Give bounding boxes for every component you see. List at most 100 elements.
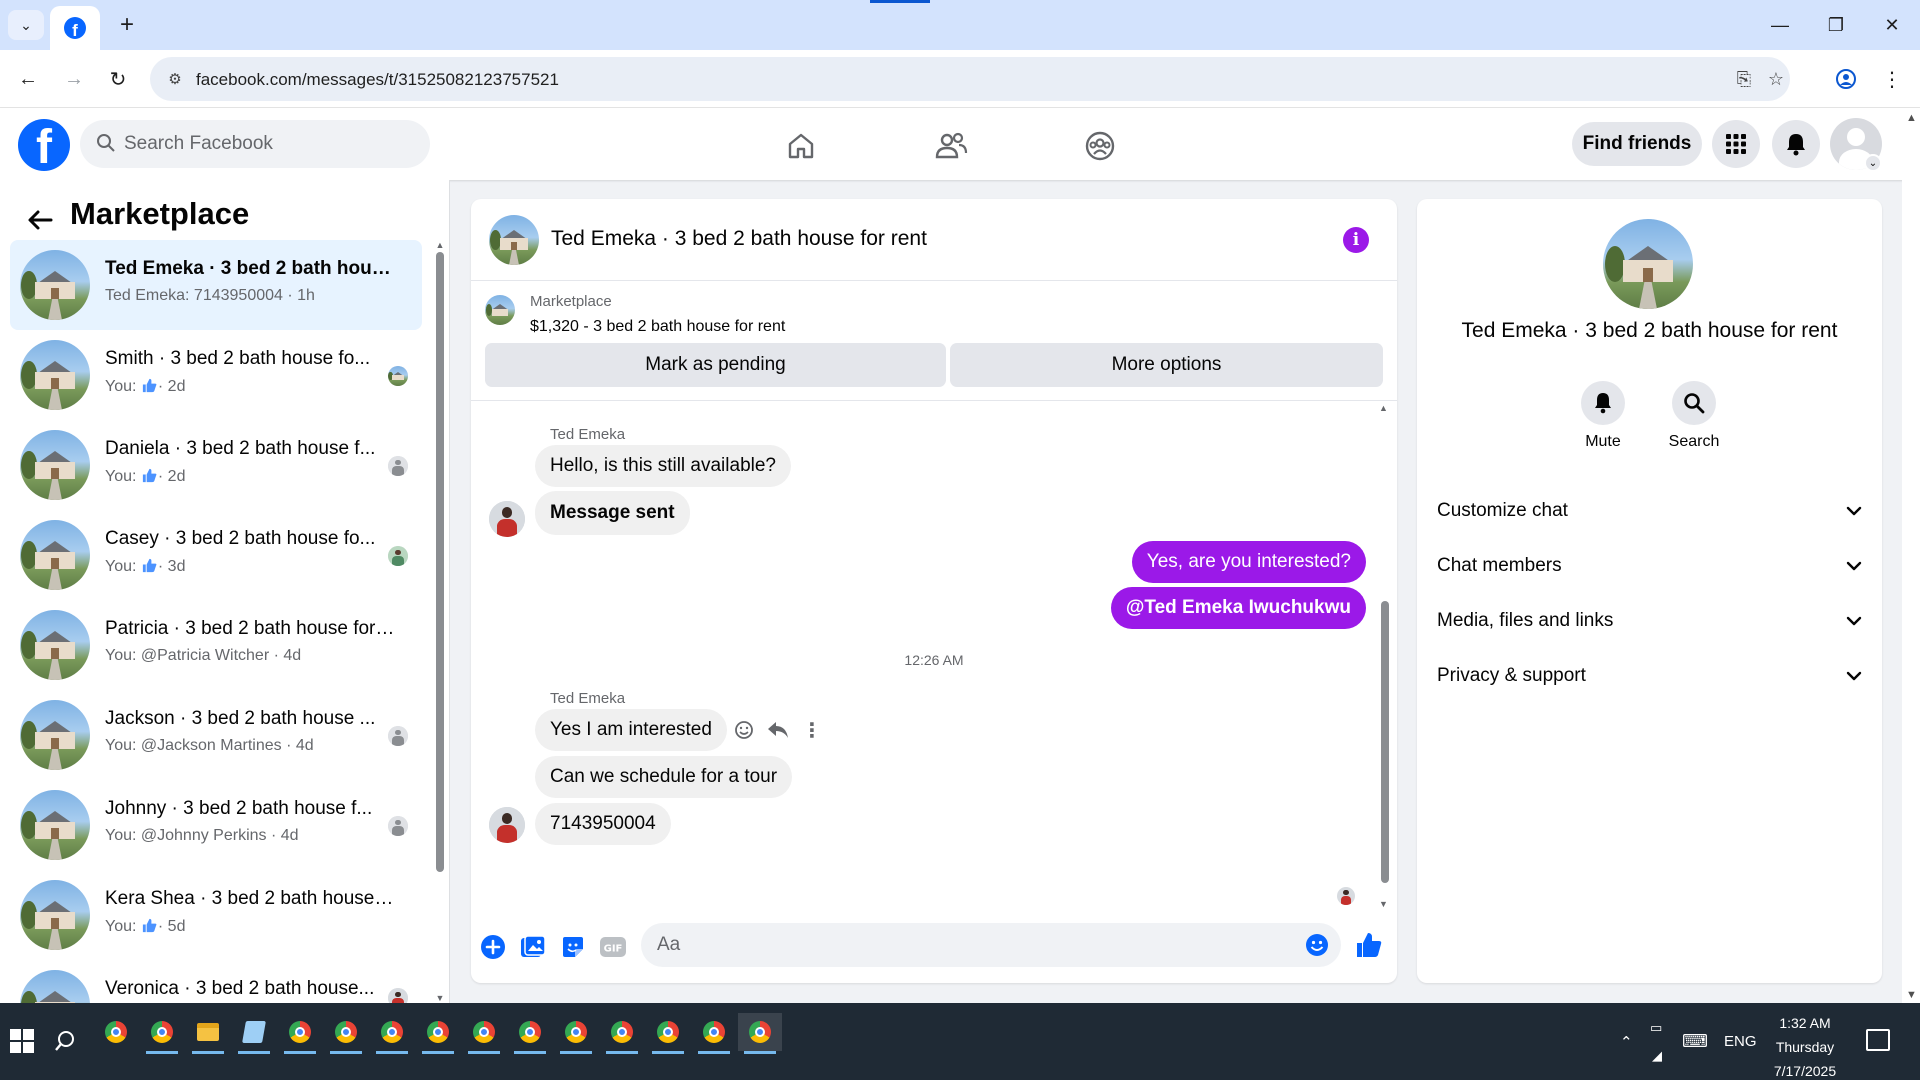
scrollbar-thumb[interactable]	[1381, 601, 1389, 883]
chrome-taskbar-icon-active[interactable]	[738, 1013, 782, 1054]
back-arrow-icon[interactable]	[22, 202, 58, 238]
taskbar-search-icon[interactable]	[54, 1027, 82, 1055]
show-hidden-icons-chevron-up-icon[interactable]: ⌃	[1620, 1003, 1633, 1080]
close-window-button[interactable]: ✕	[1864, 0, 1920, 50]
keyboard-icon[interactable]: ⌨	[1682, 1003, 1708, 1080]
notifications-bell-icon[interactable]	[1772, 120, 1820, 168]
minimize-button[interactable]: —	[1752, 0, 1808, 50]
bookmark-star-icon[interactable]: ☆	[1764, 67, 1788, 91]
scroll-up-arrow[interactable]: ▲	[434, 240, 446, 250]
message-input[interactable]	[657, 933, 1257, 957]
mute-bell-icon[interactable]	[1581, 381, 1625, 425]
react-emoji-icon[interactable]	[731, 717, 757, 743]
conversation-item[interactable]: Johnny · 3 bed 2 bath house f... You: @J…	[10, 780, 422, 870]
outgoing-message[interactable]: Yes, are you interested?	[1131, 541, 1366, 583]
outgoing-message[interactable]: @Ted Emeka Iwuchukwu	[1110, 587, 1366, 629]
emoji-icon[interactable]	[1305, 933, 1329, 957]
windows-start-icon[interactable]	[10, 1029, 34, 1053]
gif-icon[interactable]: GIF	[599, 933, 627, 961]
friends-icon[interactable]	[931, 126, 971, 166]
plus-circle-icon[interactable]	[479, 933, 507, 961]
restore-button[interactable]: ❐	[1808, 0, 1864, 50]
scroll-down-arrow[interactable]: ▼	[1379, 899, 1388, 909]
profile-icon[interactable]	[1830, 63, 1862, 95]
conversation-item[interactable]: Smith · 3 bed 2 bath house fo... You: · …	[10, 330, 422, 420]
forward-button[interactable]: →	[58, 63, 90, 95]
customize-chat-section[interactable]: Customize chat	[1437, 489, 1863, 533]
new-tab-button[interactable]: +	[112, 10, 142, 40]
scroll-down-arrow[interactable]: ▼	[434, 993, 446, 1003]
conversation-item[interactable]: Veronica · 3 bed 2 bath house...	[10, 960, 422, 1003]
privacy-support-section[interactable]: Privacy & support	[1437, 654, 1863, 698]
mark-as-pending-button[interactable]: Mark as pending	[485, 343, 946, 387]
reply-icon[interactable]	[765, 717, 791, 743]
chrome-taskbar-icon[interactable]	[324, 1013, 368, 1054]
chrome-taskbar-icon[interactable]	[278, 1013, 322, 1054]
sticker-icon[interactable]	[559, 933, 587, 961]
file-explorer-taskbar-icon[interactable]	[186, 1013, 230, 1054]
scrollbar-thumb[interactable]	[436, 252, 444, 872]
page-scrollbar[interactable]: ▲ ▼	[1902, 108, 1920, 1003]
chat-listing-photo[interactable]	[489, 215, 539, 265]
account-chevron-down-icon[interactable]: ⌄	[1864, 154, 1882, 172]
conversation-item[interactable]: Jackson · 3 bed 2 bath house ... You: @J…	[10, 690, 422, 780]
sender-avatar[interactable]	[489, 807, 525, 843]
search-in-chat-icon[interactable]	[1672, 381, 1716, 425]
chrome-taskbar-icon[interactable]	[94, 1013, 138, 1051]
chrome-taskbar-icon[interactable]	[416, 1013, 460, 1054]
conversation-item[interactable]: Kera Shea · 3 bed 2 bath house f... You:…	[10, 870, 422, 960]
message-input-wrapper[interactable]	[641, 923, 1341, 967]
tab-search-button[interactable]: ⌄	[8, 10, 44, 40]
conversation-item[interactable]: Ted Emeka · 3 bed 2 bath house ... Ted E…	[10, 240, 422, 330]
install-app-icon[interactable]: ⎘	[1732, 67, 1756, 91]
sender-avatar[interactable]	[489, 501, 525, 537]
scroll-up-arrow[interactable]: ▲	[1379, 403, 1388, 413]
incoming-message[interactable]: Hello, is this still available?	[535, 445, 791, 487]
chrome-taskbar-icon[interactable]	[692, 1013, 736, 1054]
incoming-message[interactable]: Message sent	[535, 491, 690, 535]
media-files-links-section[interactable]: Media, files and links	[1437, 599, 1863, 643]
browser-tab-facebook[interactable]: f	[50, 6, 100, 50]
more-options-button[interactable]: More options	[950, 343, 1383, 387]
find-friends-button[interactable]: Find friends	[1572, 122, 1702, 166]
taskbar-clock[interactable]: 1:32 AM Thursday 7/17/2025	[1740, 1011, 1870, 1080]
chat-scrollbar[interactable]: ▲ ▼	[1379, 401, 1391, 909]
chrome-taskbar-icon[interactable]	[140, 1013, 184, 1054]
incoming-message[interactable]: 7143950004	[535, 803, 671, 845]
conversation-item[interactable]: Daniela · 3 bed 2 bath house f... You: ·…	[10, 420, 422, 510]
chat-members-section[interactable]: Chat members	[1437, 544, 1863, 588]
menu-grid-icon[interactable]	[1712, 120, 1760, 168]
notepad-taskbar-icon[interactable]	[232, 1013, 276, 1054]
conversation-item[interactable]: Casey · 3 bed 2 bath house fo... You: · …	[10, 510, 422, 600]
scroll-up-arrow[interactable]: ▲	[1906, 112, 1917, 124]
sidebar-scrollbar[interactable]: ▲ ▼	[434, 240, 446, 1003]
scroll-down-arrow[interactable]: ▼	[1906, 989, 1917, 1001]
url-text[interactable]: facebook.com/messages/t/3152508212375752…	[196, 70, 559, 90]
notification-center-icon[interactable]	[1866, 1029, 1890, 1051]
chat-title[interactable]: Ted Emeka · 3 bed 2 bath house for rent	[551, 227, 927, 251]
chrome-taskbar-icon[interactable]	[462, 1013, 506, 1054]
conversation-item[interactable]: Patricia · 3 bed 2 bath house for ... Yo…	[10, 600, 422, 690]
more-actions-icon[interactable]: ⋮	[799, 717, 825, 743]
reload-button[interactable]: ↻	[102, 63, 134, 95]
search-action[interactable]: Search	[1659, 381, 1729, 451]
listing-description[interactable]: $1,320 - 3 bed 2 bath house for rent	[530, 318, 785, 336]
incoming-message[interactable]: Yes I am interested	[535, 709, 727, 751]
site-settings-icon[interactable]: ⚙	[164, 68, 186, 90]
photo-icon[interactable]	[519, 933, 547, 961]
thumbs-up-send-icon[interactable]	[1355, 931, 1383, 959]
address-bar[interactable]: ⚙ facebook.com/messages/t/31525082123757…	[150, 57, 1790, 101]
chrome-taskbar-icon[interactable]	[646, 1013, 690, 1054]
info-icon[interactable]: i	[1343, 227, 1369, 253]
home-icon[interactable]	[781, 126, 821, 166]
chrome-taskbar-icon[interactable]	[370, 1013, 414, 1054]
wifi-icon[interactable]: ◢	[1652, 1017, 1662, 1080]
search-facebook-input[interactable]	[124, 130, 414, 158]
browser-menu-icon[interactable]: ⋮	[1876, 63, 1908, 95]
back-button[interactable]: ←	[12, 63, 44, 95]
facebook-logo[interactable]: f	[18, 119, 70, 171]
incoming-message[interactable]: Can we schedule for a tour	[535, 756, 793, 798]
chrome-taskbar-icon[interactable]	[508, 1013, 552, 1054]
groups-icon[interactable]	[1080, 126, 1120, 166]
mute-action[interactable]: Mute	[1568, 381, 1638, 451]
